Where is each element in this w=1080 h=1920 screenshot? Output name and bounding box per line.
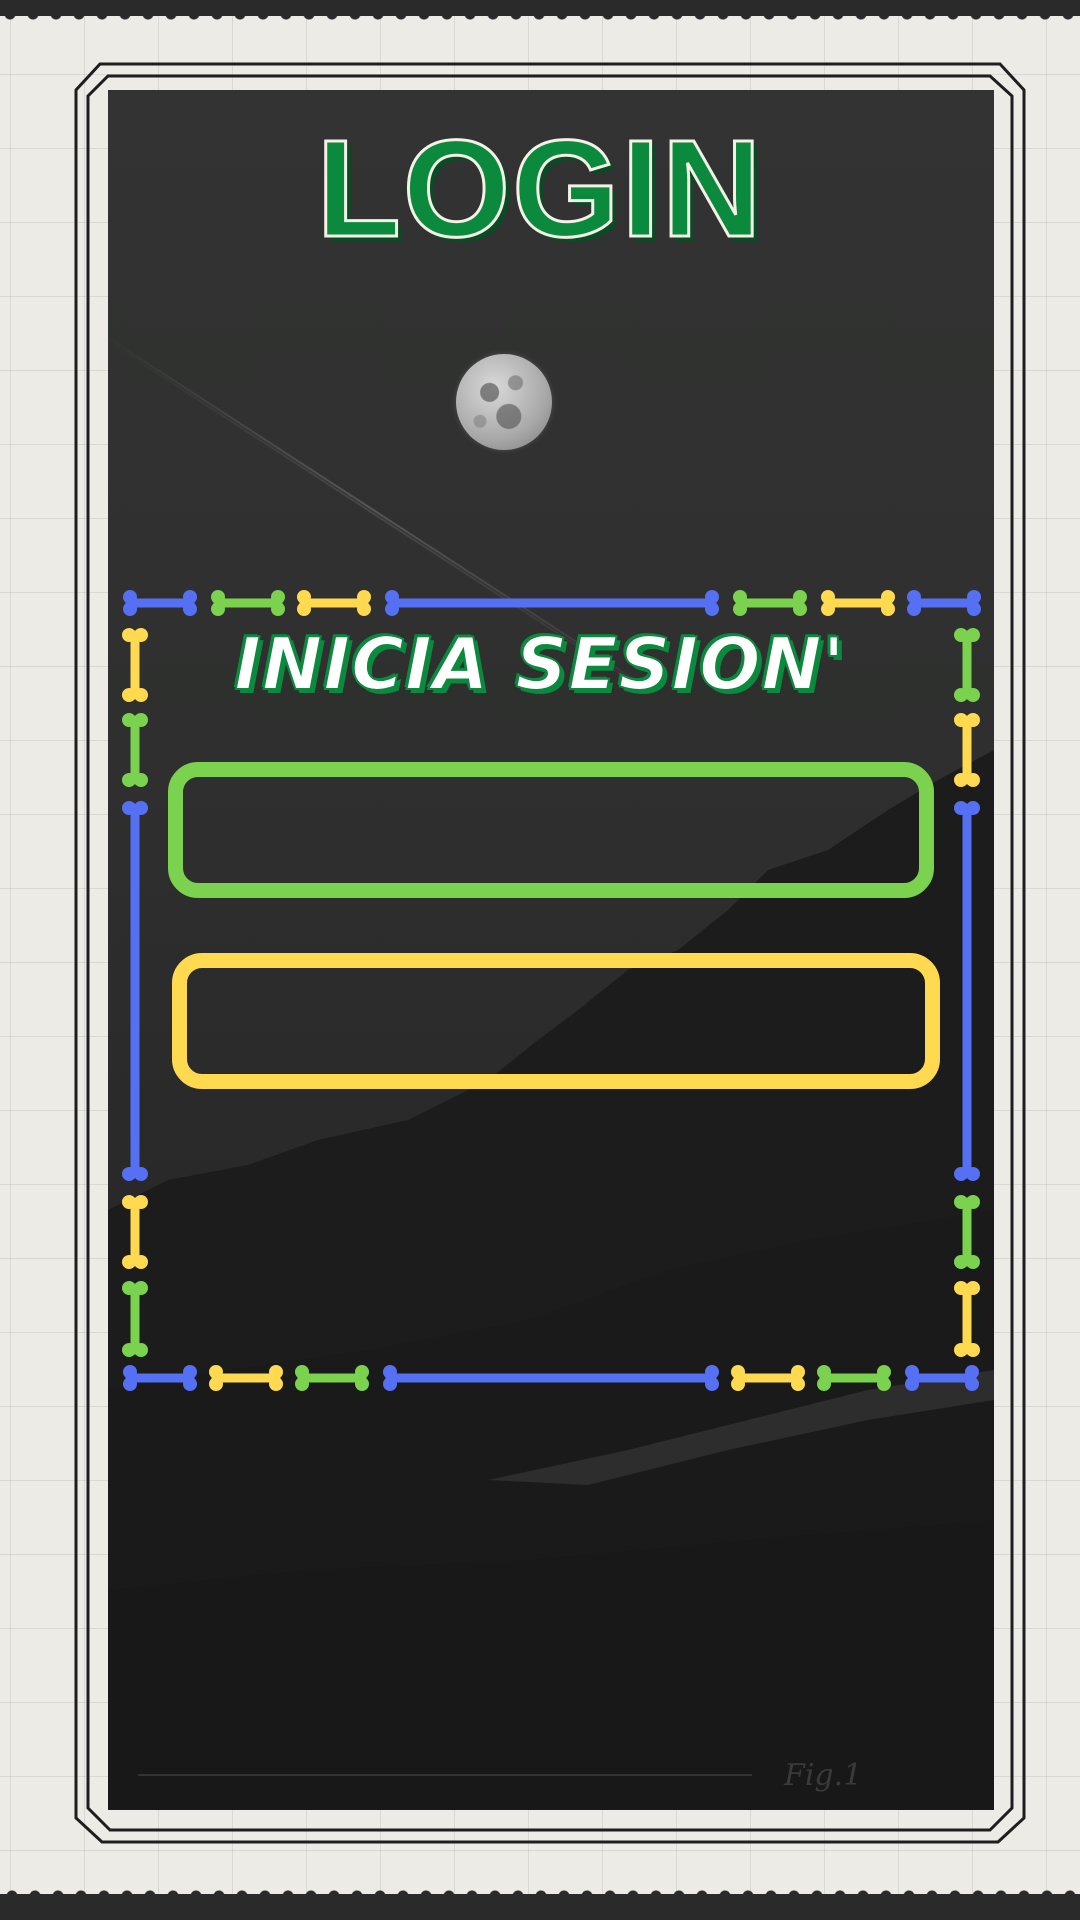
login-subtitle: INICIA SESION' — [233, 622, 846, 706]
username-input[interactable] — [168, 762, 934, 898]
bone-icon — [817, 1365, 891, 1391]
bone-icon — [954, 713, 980, 787]
bone-icon — [905, 1365, 979, 1391]
caption-rule — [138, 1774, 752, 1776]
bone-icon — [123, 590, 197, 616]
bone-icon — [122, 713, 148, 787]
bone-icon — [123, 1365, 197, 1391]
bone-icon — [209, 1365, 283, 1391]
password-input[interactable] — [172, 953, 940, 1089]
bone-icon — [211, 590, 285, 616]
bone-icon — [954, 801, 980, 1181]
bone-icon — [122, 1195, 148, 1269]
bone-icon — [122, 1281, 148, 1357]
bone-icon — [295, 1365, 369, 1391]
bone-icon — [122, 801, 148, 1181]
bone-icon — [954, 1281, 980, 1357]
bone-icon — [907, 590, 981, 616]
bone-icon — [385, 590, 719, 616]
bone-icon — [821, 590, 895, 616]
bone-icon — [731, 1365, 805, 1391]
bone-icon — [297, 590, 371, 616]
bone-icon — [733, 590, 807, 616]
bone-icon — [954, 1195, 980, 1269]
figure-caption: Fig.1 — [784, 1758, 863, 1793]
bone-icon — [383, 1365, 719, 1391]
